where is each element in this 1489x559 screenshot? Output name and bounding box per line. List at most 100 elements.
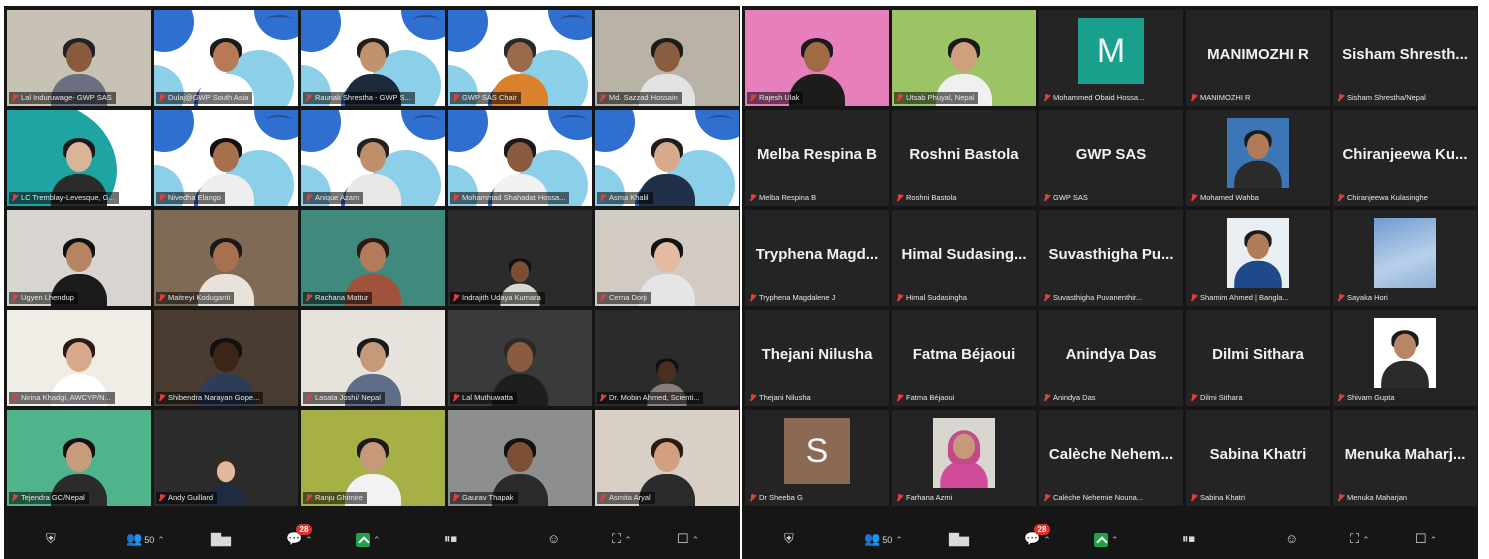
- meeting-toolbar-left: ⛨ 👥 50 ⌃ ▇▅ 💬 28 ⌃ ⌃ ⏸⏹ ☺ ⛶ ⌃ ☐ ⌃: [4, 520, 740, 559]
- participant-tile[interactable]: Utsab Phuyal, Nepal: [892, 10, 1036, 106]
- participant-tile[interactable]: Md. Sazzad Hossain: [595, 10, 739, 106]
- participant-tile[interactable]: Dilmi Sithara Dilmi Sithara: [1186, 310, 1330, 406]
- participant-tile[interactable]: Lal Induruwage- GWP SAS: [7, 10, 151, 106]
- participant-tile[interactable]: Sayaka Hori: [1333, 210, 1477, 306]
- more-button[interactable]: ☐ ⌃: [1415, 530, 1437, 548]
- participant-tile[interactable]: Dulaj@GWP South Asia: [154, 10, 298, 106]
- participant-tile[interactable]: Suvasthigha Pu... Suvasthigha Puvanenthir…: [1039, 210, 1183, 306]
- participant-name-tag: Fatma Béjaoui: [894, 392, 958, 404]
- participant-name-tag: Ugyen Lhendup: [9, 292, 78, 304]
- participant-name: Indrajith Udaya Kumara: [462, 293, 541, 302]
- polls-icon[interactable]: ▇▅: [949, 530, 969, 548]
- security-shield-icon[interactable]: ⛨: [784, 530, 794, 548]
- participant-tile[interactable]: Asma Khalil: [595, 110, 739, 206]
- face-shape: [657, 361, 677, 383]
- participant-tile[interactable]: Menuka Maharj... Menuka Maharjan: [1333, 410, 1477, 506]
- participant-tile[interactable]: M Mohammed Obaid Hossa...: [1039, 10, 1183, 106]
- participant-tile[interactable]: Mohamed Wahba: [1186, 110, 1330, 206]
- profile-photo: [933, 418, 995, 488]
- participant-tile[interactable]: Anique Azam: [301, 110, 445, 206]
- mic-muted-icon: [453, 394, 458, 402]
- participant-name: Chiranjeewa Kulasinghe: [1347, 193, 1428, 202]
- participant-tile[interactable]: Indrajith Udaya Kumara: [448, 210, 592, 306]
- participant-tile[interactable]: GWP SAS GWP SAS: [1039, 110, 1183, 206]
- mic-muted-icon: [1191, 94, 1196, 102]
- mic-muted-icon: [1338, 394, 1343, 402]
- chat-button[interactable]: 💬 28 ⌃: [1024, 524, 1051, 548]
- participant-name-tag: Nivedha Elango: [156, 192, 225, 204]
- participant-tile[interactable]: Rachana Mattur: [301, 210, 445, 306]
- participant-tile[interactable]: Mohammad Shahadat Hossa...: [448, 110, 592, 206]
- participant-tile[interactable]: Chiranjeewa Ku... Chiranjeewa Kulasinghe: [1333, 110, 1477, 206]
- view-toggle-icon[interactable]: ⛶ ⌃: [1350, 530, 1370, 548]
- background-blob: [154, 110, 194, 152]
- participant-tile[interactable]: Tejendra GC/Nepal: [7, 410, 151, 506]
- participant-tile[interactable]: Shivam Gupta: [1333, 310, 1477, 406]
- more-button[interactable]: ☐ ⌃: [677, 530, 699, 548]
- face-shape: [507, 142, 533, 172]
- security-shield-icon[interactable]: ⛨: [46, 530, 56, 548]
- chevron-up-icon: ⌃: [157, 535, 165, 545]
- participant-tile[interactable]: Maitreyi Koduganti: [154, 210, 298, 306]
- mic-muted-icon: [159, 94, 164, 102]
- participant-tile[interactable]: Shibendra Narayan Gope...: [154, 310, 298, 406]
- share-screen-button[interactable]: ⌃: [1094, 530, 1119, 548]
- participant-tile[interactable]: Tryphena Magd... Tryphena Magdalene J: [745, 210, 889, 306]
- participant-tile[interactable]: Raunak Shrestha - GWP S...: [301, 10, 445, 106]
- participant-tile[interactable]: Shamim Ahmed | Bangla...: [1186, 210, 1330, 306]
- chat-button[interactable]: 💬 28 ⌃: [286, 524, 313, 548]
- participant-tile[interactable]: MANIMOZHI R MANIMOZHI R: [1186, 10, 1330, 106]
- participant-tile[interactable]: Lal Muthuwatta: [448, 310, 592, 406]
- participant-count: 50: [144, 535, 155, 545]
- participant-name: Anique Azam: [315, 193, 360, 202]
- record-button[interactable]: ⏸⏹: [1182, 530, 1195, 548]
- participant-name: Farhana Azmi: [906, 493, 953, 502]
- participants-button[interactable]: 👥 50 ⌃: [864, 530, 903, 548]
- participant-tile[interactable]: Gaurav Thapak: [448, 410, 592, 506]
- participant-figure: [1233, 129, 1284, 188]
- participant-tile[interactable]: Andy Guillard: [154, 410, 298, 506]
- participant-tile[interactable]: Himal Sudasing... Himal Sudasingha: [892, 210, 1036, 306]
- participant-tile[interactable]: Asmita Aryal: [595, 410, 739, 506]
- participant-tile[interactable]: Dr. Mobin Ahmed, Scienti...: [595, 310, 739, 406]
- record-button[interactable]: ⏸⏹: [444, 530, 457, 548]
- participant-name-tag: Thejani Nilusha: [747, 392, 815, 404]
- chevron-up-icon: ⌃: [691, 535, 700, 545]
- gwp-logo-icon: [560, 15, 586, 25]
- participant-tile[interactable]: Nivedha Elango: [154, 110, 298, 206]
- display-name: Chiranjeewa Ku...: [1342, 146, 1468, 163]
- polls-icon[interactable]: ▇▅: [211, 530, 231, 548]
- participant-tile[interactable]: Melba Respina B Melba Respina B: [745, 110, 889, 206]
- reactions-icon[interactable]: ☺: [547, 530, 560, 548]
- reactions-icon[interactable]: ☺: [1285, 530, 1298, 548]
- participant-tile[interactable]: S Dr Sheeba G: [745, 410, 889, 506]
- participant-tile[interactable]: Roshni Bastola Roshni Bastola: [892, 110, 1036, 206]
- participant-tile[interactable]: Sisham Shresth... Sisham Shrestha/Nepal: [1333, 10, 1477, 106]
- participant-tile[interactable]: Farhana Azmi: [892, 410, 1036, 506]
- participant-tile[interactable]: Sabina Khatri Sabina Khatri: [1186, 410, 1330, 506]
- mic-muted-icon: [159, 494, 164, 502]
- participant-tile[interactable]: Fatma Béjaoui Fatma Béjaoui: [892, 310, 1036, 406]
- participant-tile[interactable]: LC Tremblay-Levesque, G...: [7, 110, 151, 206]
- participant-name-tag: Cerna Dorji: [597, 292, 651, 304]
- share-screen-button[interactable]: ⌃: [356, 530, 381, 548]
- participant-tile[interactable]: Nirina Khadgi, AWCYP/N...: [7, 310, 151, 406]
- participant-name: Gaurav Thapak: [462, 493, 514, 502]
- participant-tile[interactable]: Cerna Dorji: [595, 210, 739, 306]
- participant-tile[interactable]: Lasata Joshi/ Nepal: [301, 310, 445, 406]
- mic-muted-icon: [1191, 494, 1196, 502]
- participant-tile[interactable]: Thejani Nilusha Thejani Nilusha: [745, 310, 889, 406]
- view-toggle-icon[interactable]: ⛶ ⌃: [612, 530, 632, 548]
- chat-unread-badge: 28: [296, 524, 312, 535]
- participant-tile[interactable]: Calèche Nehem... Calèche Nehemie Nouna...: [1039, 410, 1183, 506]
- participant-tile[interactable]: Ranju Ghimire: [301, 410, 445, 506]
- participant-tile[interactable]: Rajesh Ulak: [745, 10, 889, 106]
- zoom-window-right: Rajesh Ulak Utsab Phuyal, Nepal M Mohammed …: [742, 6, 1478, 559]
- participant-tile[interactable]: Ugyen Lhendup: [7, 210, 151, 306]
- participant-name-tag: Roshni Bastola: [894, 192, 960, 204]
- participant-name-tag: Ranju Ghimire: [303, 492, 367, 504]
- mic-muted-icon: [12, 194, 17, 202]
- participants-button[interactable]: 👥 50 ⌃: [126, 530, 165, 548]
- participant-tile[interactable]: Anindya Das Anindya Das: [1039, 310, 1183, 406]
- participant-tile[interactable]: GWP SAS Chair: [448, 10, 592, 106]
